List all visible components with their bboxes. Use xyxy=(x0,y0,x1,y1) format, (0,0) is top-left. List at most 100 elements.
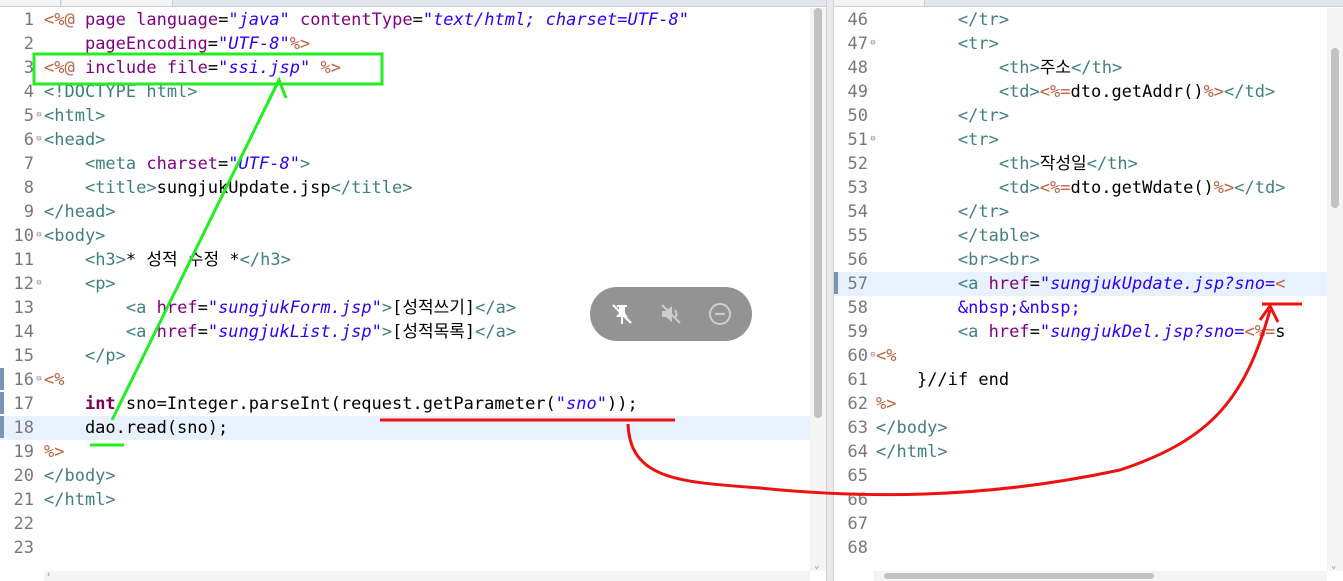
line-number: 51 xyxy=(847,130,868,150)
code-line[interactable]: 22 xyxy=(0,512,826,536)
code-text: <a href="sungjukUpdate.jsp?sno=< xyxy=(876,272,1286,296)
code-line[interactable]: 3 <%@ include file="ssi.jsp" %> xyxy=(0,56,826,80)
code-line[interactable]: 20 </body> xyxy=(0,464,826,488)
code-token: )); xyxy=(606,394,638,414)
unpin-button[interactable] xyxy=(602,294,642,334)
left-tab-2[interactable] xyxy=(62,0,173,6)
code-line[interactable]: 1 <%@ page language="java" contentType="t… xyxy=(0,8,826,32)
code-token: > xyxy=(381,298,393,318)
code-token: </html> xyxy=(876,442,948,462)
minimize-button[interactable] xyxy=(700,294,740,334)
code-line[interactable]: 49 <td><%=dto.getAddr()%></td> xyxy=(834,80,1343,104)
code-line[interactable]: 50 </tr> xyxy=(834,104,1343,128)
code-line[interactable]: 15 </p> xyxy=(0,344,826,368)
code-line[interactable]: 59 <a href="sungjukDel.jsp?sno=<%=s xyxy=(834,320,1343,344)
code-line[interactable]: 19 %> xyxy=(0,440,826,464)
scroll-left-arrow-icon[interactable]: ‹ xyxy=(46,570,51,580)
code-line[interactable]: 7 <meta charset="UTF-8"> xyxy=(0,152,826,176)
code-text: &nbsp;&nbsp; xyxy=(876,296,1081,320)
right-hscroll-thumb[interactable] xyxy=(884,573,1154,579)
floating-media-toolbar[interactable] xyxy=(590,287,752,341)
code-line[interactable]: 63 </body> xyxy=(834,416,1343,440)
fold-toggle-icon[interactable]: ⊖ xyxy=(34,128,44,150)
code-line[interactable]: 51 ⊖ <tr> xyxy=(834,128,1343,152)
code-line[interactable]: 56 <br><br> xyxy=(834,248,1343,272)
code-line[interactable]: 60 ⊖ <% xyxy=(834,344,1343,368)
line-number: 20 xyxy=(13,466,34,486)
right-code-editor[interactable]: 46 </tr> 47 ⊖ <tr> 48 <th>주소</th> 49 <td><%=… xyxy=(834,8,1343,571)
code-line[interactable]: 48 <th>주소</th> xyxy=(834,56,1343,80)
fold-toggle-icon[interactable]: ⊖ xyxy=(34,272,44,294)
left-tab-1[interactable] xyxy=(0,0,61,6)
right-tab-1[interactable] xyxy=(834,0,925,6)
left-scroll-thumb[interactable] xyxy=(814,8,822,418)
code-line[interactable]: 46 </tr> xyxy=(834,8,1343,32)
code-line[interactable]: 23 xyxy=(0,536,826,560)
code-line[interactable]: 64 </html> xyxy=(834,440,1343,464)
code-line[interactable]: 11 <h3>* 성적 수정 *</h3> xyxy=(0,248,826,272)
code-token: > xyxy=(381,322,393,342)
code-token: = xyxy=(207,34,219,54)
code-token: dao.read(sno); xyxy=(44,418,229,438)
fold-toggle-icon[interactable]: ⊖ xyxy=(34,368,44,390)
code-text: <% xyxy=(44,368,64,392)
code-line[interactable]: 16 ⊖ <% xyxy=(0,368,826,392)
right-scroll-thumb[interactable] xyxy=(1331,48,1339,208)
code-line[interactable]: 17 int sno=Integer.parseInt(request.getP… xyxy=(0,392,826,416)
right-vertical-scrollbar[interactable]: ⌄ xyxy=(1327,8,1343,571)
line-number: 46 xyxy=(847,10,868,30)
code-line[interactable]: 61 }//if end xyxy=(834,368,1343,392)
code-text: <td><%=dto.getAddr()%></td> xyxy=(876,80,1275,104)
left-horizontal-scrollbar[interactable]: ‹ xyxy=(44,570,810,581)
code-token: "ssi.jsp" xyxy=(218,58,311,78)
code-line[interactable]: 9 </head> xyxy=(0,200,826,224)
code-line[interactable]: 21 </html> xyxy=(0,488,826,512)
code-line[interactable]: 54 </tr> xyxy=(834,200,1343,224)
code-line[interactable]: 47 ⊖ <tr> xyxy=(834,32,1343,56)
right-editor-pane[interactable]: 46 </tr> 47 ⊖ <tr> 48 <th>주소</th> 49 <td><%=… xyxy=(834,0,1343,581)
code-line[interactable]: 18 dao.read(sno); xyxy=(0,416,826,440)
code-line[interactable]: 57 <a href="sungjukUpdate.jsp?sno=< xyxy=(834,272,1343,296)
code-line[interactable]: 58 &nbsp;&nbsp; xyxy=(834,296,1343,320)
code-line[interactable]: 4 <!DOCTYPE html> xyxy=(0,80,826,104)
line-number: 1 xyxy=(23,10,34,30)
code-line[interactable]: 10 ⊖ <body> xyxy=(0,224,826,248)
code-line[interactable]: 52 <th>작성일</th> xyxy=(834,152,1343,176)
code-token: <meta xyxy=(84,154,137,174)
right-tab-strip[interactable] xyxy=(834,0,1343,7)
line-number: 59 xyxy=(847,322,868,342)
right-horizontal-scrollbar[interactable] xyxy=(874,571,1327,581)
mute-button[interactable] xyxy=(651,294,691,334)
code-line[interactable]: 68 xyxy=(834,536,1343,560)
fold-toggle-icon[interactable]: ⊖ xyxy=(34,104,44,126)
code-text: pageEncoding="UTF-8"%> xyxy=(44,32,310,56)
left-tab-strip[interactable] xyxy=(0,0,826,7)
code-line[interactable]: 65 xyxy=(834,464,1343,488)
code-token: <%@ xyxy=(44,58,75,78)
code-line[interactable]: 5 ⊖ <html> xyxy=(0,104,826,128)
code-line[interactable]: 2 pageEncoding="UTF-8"%> xyxy=(0,32,826,56)
code-line[interactable]: 62 %> xyxy=(834,392,1343,416)
code-token: </td> xyxy=(1234,178,1286,198)
fold-toggle-icon[interactable]: ⊖ xyxy=(34,224,44,246)
editor-split-divider[interactable] xyxy=(826,0,834,581)
code-token: sno=Integer.parseInt(request.getParamete… xyxy=(115,394,556,414)
scroll-down-arrow-icon[interactable]: ⌄ xyxy=(814,561,819,571)
code-line[interactable]: 53 <td><%=dto.getWdate()%></td> xyxy=(834,176,1343,200)
scroll-down-arrow-icon[interactable]: ⌄ xyxy=(1331,561,1336,571)
code-line[interactable]: 66 xyxy=(834,488,1343,512)
code-token: file xyxy=(166,58,208,78)
code-token: pageEncoding xyxy=(84,34,208,54)
code-line[interactable]: 67 xyxy=(834,512,1343,536)
code-token: </p> xyxy=(84,346,126,366)
code-token: <h3> xyxy=(84,250,126,270)
left-vertical-scrollbar[interactable]: ⌄ xyxy=(810,8,826,571)
code-line[interactable]: 6 ⊖ <head> xyxy=(0,128,826,152)
code-line[interactable]: 8 <title>sungjukUpdate.jsp</title> xyxy=(0,176,826,200)
code-line[interactable]: 55 </table> xyxy=(834,224,1343,248)
code-token: </head> xyxy=(44,202,116,222)
